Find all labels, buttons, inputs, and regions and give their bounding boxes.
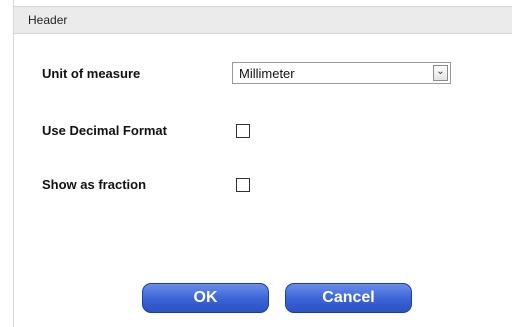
ok-button[interactable]: OK xyxy=(142,283,269,313)
unit-of-measure-label: Unit of measure xyxy=(42,66,141,81)
unit-of-measure-select[interactable]: Millimeter ⌄ xyxy=(232,62,451,84)
cancel-button[interactable]: Cancel xyxy=(285,283,412,313)
unit-of-measure-value: Millimeter xyxy=(239,66,295,81)
decimal-format-checkbox[interactable] xyxy=(236,124,250,138)
chevron-down-icon[interactable]: ⌄ xyxy=(433,65,448,81)
decimal-format-label: Use Decimal Format xyxy=(42,123,167,138)
unit-dialog: Header Unit of measure Millimeter ⌄ Use … xyxy=(13,0,512,327)
show-fraction-label: Show as fraction xyxy=(42,177,147,192)
dialog-header: Header xyxy=(14,6,512,34)
show-fraction-checkbox[interactable] xyxy=(236,178,250,192)
header-title: Header xyxy=(28,13,68,27)
